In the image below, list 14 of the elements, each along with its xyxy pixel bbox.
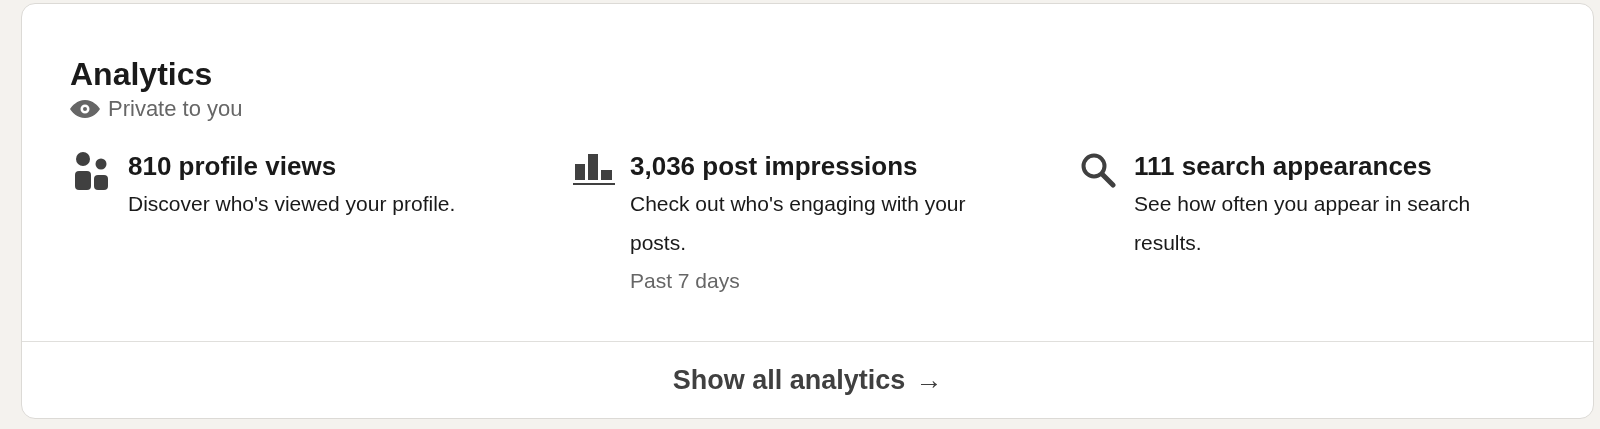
privacy-label: Private to you [108,96,243,122]
show-all-analytics-button[interactable]: Show all analytics → [664,360,951,400]
time-range-note: Past 7 days [630,268,741,294]
metric-description: See how often you appear in search results. [1134,191,1472,256]
metric-description: Check out who's engaging with your posts. [630,191,967,256]
card-title: Analytics [70,55,214,94]
eye-icon [70,100,100,118]
bar-chart-icon [573,152,615,186]
metric-description: Discover who's viewed your profile. [128,191,457,217]
metric-headline[interactable]: 3,036 post impressions [630,150,980,182]
people-icon [74,152,110,190]
search-icon [1080,152,1116,188]
metric-headline[interactable]: 810 profile views [128,150,478,182]
metric-headline[interactable]: 111 search appearances [1134,150,1484,182]
